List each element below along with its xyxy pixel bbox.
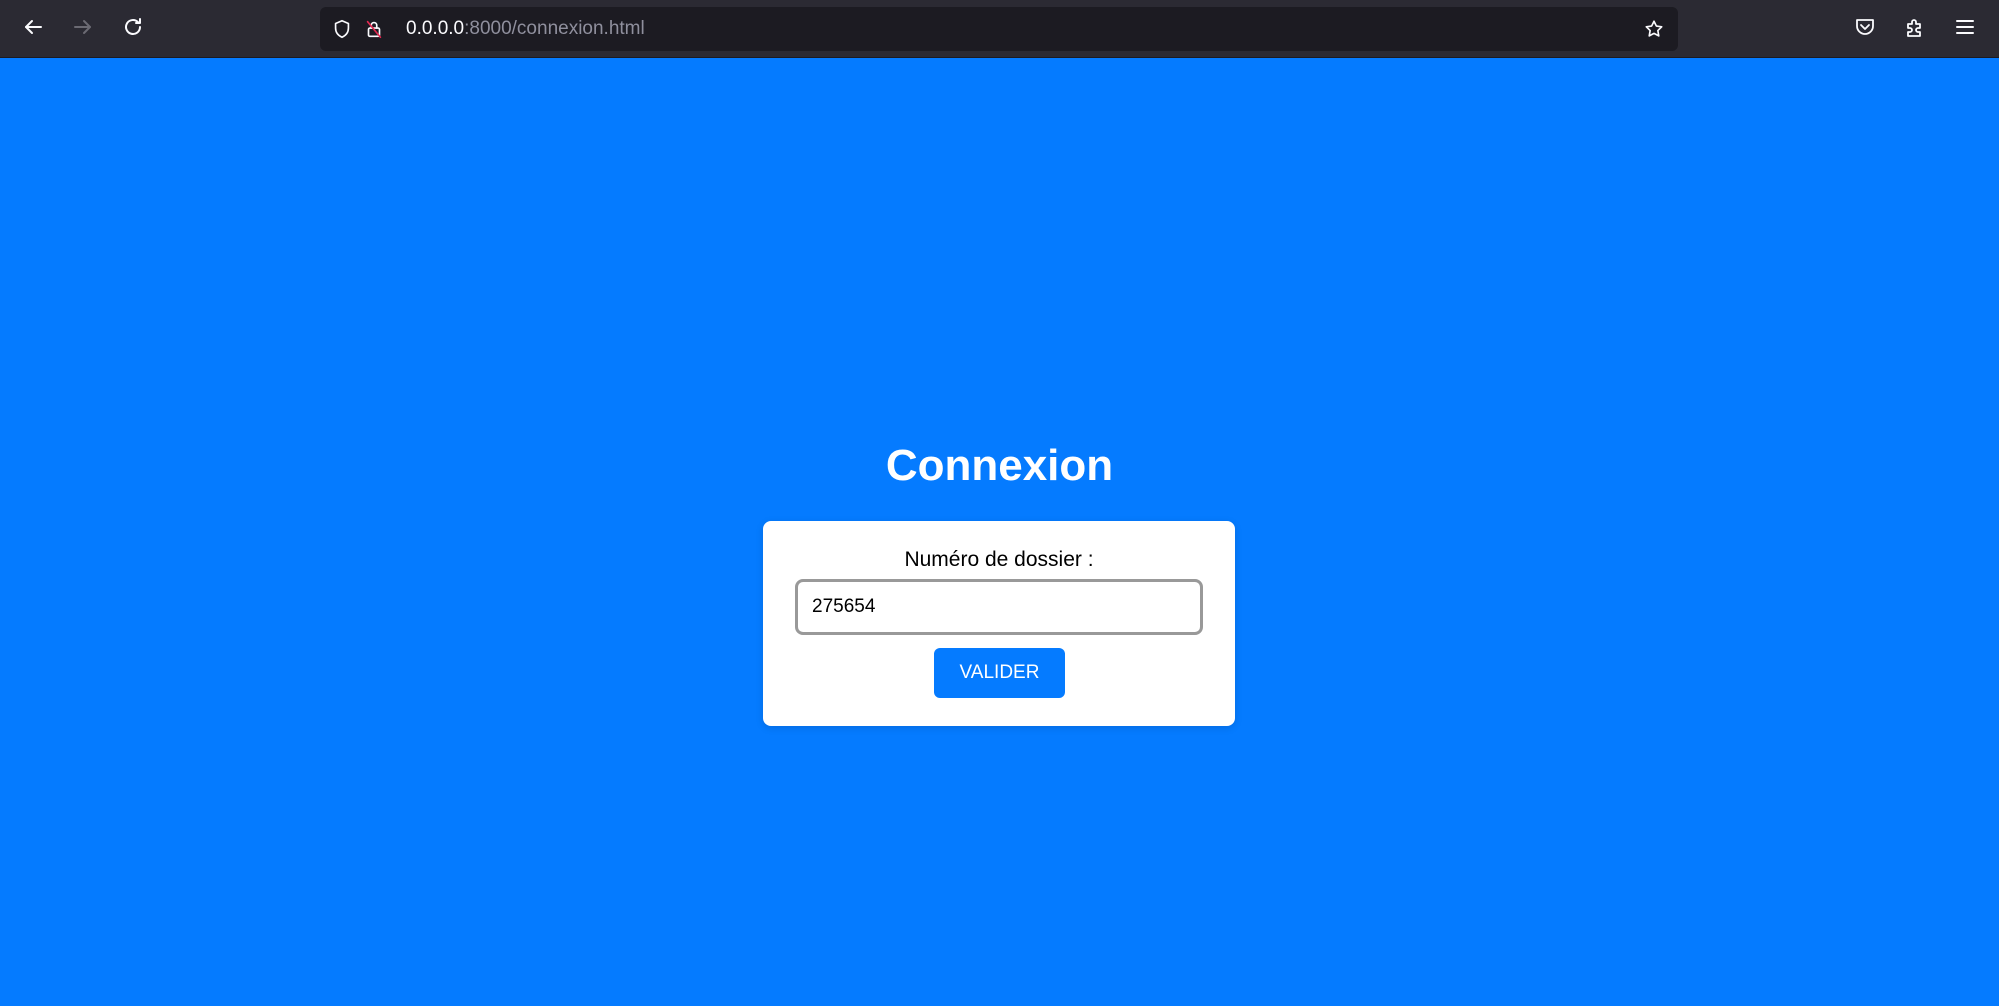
browser-toolbar: 0.0.0.0:8000/connexion.html bbox=[0, 0, 1999, 58]
reload-icon bbox=[121, 15, 145, 44]
hamburger-menu-icon bbox=[1953, 15, 1977, 44]
page-content: Connexion Numéro de dossier : VALIDER bbox=[0, 58, 1999, 1006]
reload-button[interactable] bbox=[115, 11, 151, 47]
forward-button[interactable] bbox=[65, 11, 101, 47]
url-path: :8000/connexion.html bbox=[464, 18, 645, 39]
arrow-left-icon bbox=[21, 15, 45, 44]
star-icon[interactable] bbox=[1642, 17, 1666, 41]
page-title: Connexion bbox=[885, 441, 1114, 490]
dossier-label: Numéro de dossier : bbox=[904, 548, 1094, 571]
validate-button[interactable]: VALIDER bbox=[934, 648, 1065, 698]
login-card: Numéro de dossier : VALIDER bbox=[763, 521, 1235, 726]
url-host: 0.0.0.0 bbox=[406, 18, 465, 39]
pocket-icon bbox=[1853, 15, 1877, 44]
arrow-right-icon bbox=[71, 15, 95, 44]
url-text[interactable]: 0.0.0.0:8000/connexion.html bbox=[406, 18, 645, 40]
app-menu-button[interactable] bbox=[1947, 11, 1983, 47]
pocket-button[interactable] bbox=[1847, 11, 1883, 47]
dossier-number-input[interactable] bbox=[795, 579, 1203, 635]
shield-icon[interactable] bbox=[330, 17, 354, 41]
lock-insecure-icon[interactable] bbox=[362, 17, 386, 41]
extensions-button[interactable] bbox=[1897, 11, 1933, 47]
back-button[interactable] bbox=[15, 11, 51, 47]
puzzle-icon bbox=[1903, 15, 1927, 44]
address-bar[interactable]: 0.0.0.0:8000/connexion.html bbox=[320, 7, 1678, 51]
